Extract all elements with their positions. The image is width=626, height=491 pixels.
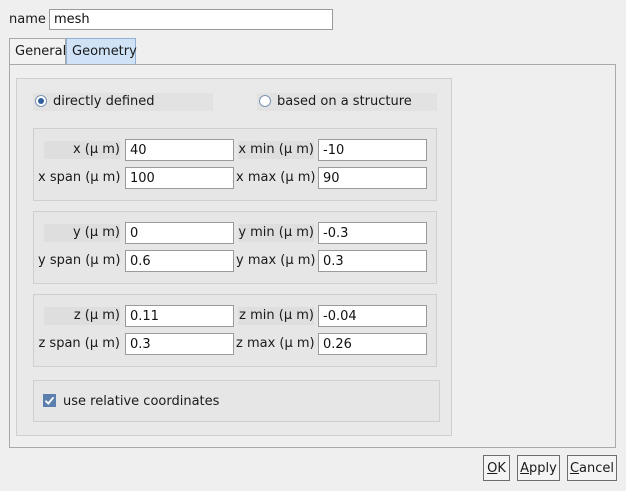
z-center-input[interactable]	[125, 305, 234, 327]
z-min-input[interactable]	[318, 305, 427, 327]
radio-selected-icon[interactable]	[35, 95, 47, 107]
relative-checkbox[interactable]	[43, 394, 56, 407]
apply-button[interactable]: Apply	[517, 455, 560, 481]
y-min-input[interactable]	[318, 222, 427, 244]
tab-general[interactable]: General	[9, 38, 66, 65]
z-min-label: z min (μ m)	[239, 308, 314, 323]
x-max-input[interactable]	[318, 167, 427, 189]
radio-directly-label: directly defined	[53, 94, 155, 109]
y-max-label: y max (μ m)	[236, 253, 316, 268]
x-min-label: x min (μ m)	[238, 142, 314, 157]
z-max-label: z max (μ m)	[236, 336, 315, 351]
y-span-label: y span (μ m)	[38, 253, 121, 268]
z-span-input[interactable]	[125, 333, 234, 355]
check-icon	[44, 396, 55, 405]
tab-general-label: General	[15, 44, 67, 59]
x-center-input[interactable]	[125, 139, 234, 161]
radio-structure-label: based on a structure	[277, 94, 412, 109]
name-input[interactable]	[49, 9, 333, 30]
z-max-input[interactable]	[318, 333, 427, 355]
z-span-label: z span (μ m)	[38, 336, 120, 351]
tab-geometry-label: Geometry	[72, 44, 137, 59]
ok-button[interactable]: OK	[483, 455, 510, 481]
z-center-label: z (μ m)	[73, 308, 120, 323]
cancel-button[interactable]: Cancel	[567, 455, 617, 481]
y-span-input[interactable]	[125, 250, 234, 272]
x-span-label: x span (μ m)	[38, 170, 121, 185]
x-min-input[interactable]	[318, 139, 427, 161]
tab-geometry[interactable]: Geometry	[66, 38, 137, 65]
y-max-input[interactable]	[318, 250, 427, 272]
name-label: name	[9, 12, 46, 27]
y-min-label: y min (μ m)	[238, 225, 314, 240]
x-span-input[interactable]	[125, 167, 234, 189]
radio-row-directly[interactable]: directly defined	[33, 93, 213, 111]
x-max-label: x max (μ m)	[236, 170, 316, 185]
x-center-label: x (μ m)	[72, 142, 120, 157]
radio-unselected-icon[interactable]	[259, 95, 271, 107]
radio-row-structure[interactable]: based on a structure	[257, 93, 437, 111]
y-center-input[interactable]	[125, 222, 234, 244]
relative-label: use relative coordinates	[63, 394, 220, 409]
y-center-label: y (μ m)	[72, 225, 120, 240]
